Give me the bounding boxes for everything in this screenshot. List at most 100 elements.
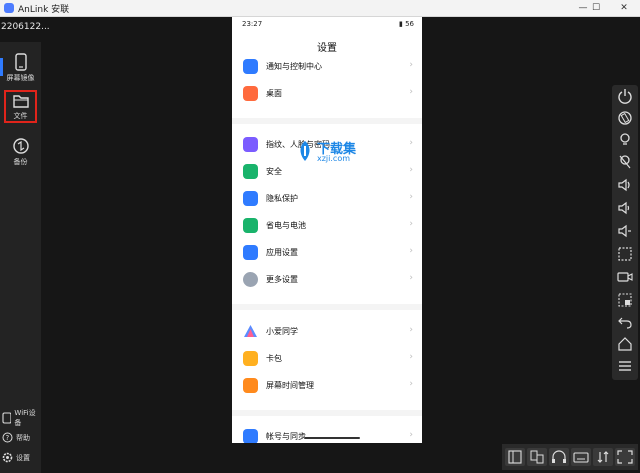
chevron-right-icon: ›	[409, 60, 413, 70]
sidebar-item-label: 备份	[13, 158, 28, 166]
sidebar-bottom-label: 设置	[16, 453, 30, 462]
fingerprint-icon	[243, 137, 258, 152]
chevron-right-icon: ›	[409, 87, 413, 97]
chevron-right-icon: ›	[409, 165, 413, 175]
sidebar-bottom-wifi-device[interactable]: WiFi设备	[2, 408, 41, 428]
app-window: AnLink 安联 — ☐ ✕ 2206122... 屏幕镜像 文件 备份 Wi…	[0, 0, 640, 473]
settings-row-label: 通知与控制中心	[266, 62, 322, 71]
settings-row-label: 卡包	[266, 354, 282, 363]
settings-row-label: 省电与电池	[266, 221, 306, 230]
chevron-right-icon: ›	[409, 352, 413, 362]
chevron-right-icon: ›	[409, 192, 413, 202]
settings-row-notifications[interactable]: 通知与控制中心 ›	[243, 57, 413, 77]
bottom-toolbar	[502, 444, 638, 470]
group-divider	[232, 304, 422, 310]
site-watermark: 下载集 xzji.com	[295, 138, 385, 166]
settings-row-privacy[interactable]: 隐私保护 ›	[243, 189, 413, 209]
fullscreen-icon[interactable]	[615, 448, 635, 466]
home-icon[interactable]	[617, 336, 633, 352]
window-title: AnLink 安联	[18, 5, 70, 15]
close-button[interactable]: ✕	[611, 0, 637, 17]
settings-row-label: 安全	[266, 167, 282, 176]
chevron-right-icon: ›	[409, 430, 413, 440]
watermark-url: xzji.com	[317, 154, 351, 163]
more-icon	[243, 272, 258, 287]
settings-row-label: 隐私保护	[266, 194, 298, 203]
group-divider	[232, 410, 422, 416]
chevron-right-icon: ›	[409, 246, 413, 256]
anlink-logo-icon	[4, 3, 14, 13]
xiaoai-icon	[244, 325, 257, 337]
phone-status-bar: 23:27 ▮ 56	[232, 17, 422, 33]
settings-row-apps[interactable]: 应用设置 ›	[243, 243, 413, 263]
transfer-icon[interactable]	[527, 448, 547, 466]
chevron-right-icon: ›	[409, 219, 413, 229]
settings-row-desktop[interactable]: 桌面 ›	[243, 84, 413, 104]
bulb-off-icon[interactable]	[617, 154, 633, 170]
files-highlight-box	[4, 90, 37, 123]
shield-icon	[243, 164, 258, 179]
sidebar-bottom-label: 帮助	[16, 433, 30, 442]
sync-icon	[12, 138, 29, 154]
settings-row-more[interactable]: 更多设置 ›	[243, 270, 413, 290]
hourglass-icon	[243, 378, 258, 393]
device-name: 2206122...	[1, 22, 50, 32]
volume-down-icon[interactable]	[617, 200, 633, 216]
volume-up-icon[interactable]	[617, 177, 633, 193]
record-icon[interactable]	[617, 269, 633, 285]
help-icon: ?	[2, 432, 13, 443]
group-divider	[232, 118, 422, 124]
app-settings-icon	[243, 245, 258, 260]
settings-row-xiaoai[interactable]: 小爱同学 ›	[243, 322, 413, 342]
bulb-icon[interactable]	[617, 132, 633, 148]
sidebar-bottom-settings[interactable]: 设置	[2, 452, 30, 463]
settings-row-label: 更多设置	[266, 275, 298, 284]
settings-row-label: 屏幕时间管理	[266, 381, 314, 390]
phone-screen-mirror[interactable]: 23:27 ▮ 56 设置 通知与控制中心 › 桌面 › 指纹、人脸与密码 › …	[232, 17, 422, 443]
keyboard-icon[interactable]	[571, 448, 591, 466]
notification-icon	[243, 59, 258, 74]
watermark-logo-icon	[300, 141, 310, 161]
settings-row-screen-time[interactable]: 屏幕时间管理 ›	[243, 376, 413, 396]
swap-icon[interactable]	[593, 448, 613, 466]
settings-row-label: 桌面	[266, 89, 282, 98]
privacy-icon	[243, 191, 258, 206]
screenshot-icon[interactable]	[617, 246, 633, 262]
settings-row-label: 帐号与同步	[266, 432, 306, 441]
device-control-bar	[612, 85, 638, 380]
maximize-button[interactable]: ☐	[583, 0, 609, 17]
gesture-bar	[304, 437, 360, 439]
sidebar-item-label: 屏幕镜像	[6, 74, 35, 82]
settings-row-wallet[interactable]: 卡包 ›	[243, 349, 413, 369]
status-right: ▮ 56	[399, 20, 414, 28]
svg-text:?: ?	[6, 434, 10, 442]
rotate-icon[interactable]	[617, 110, 633, 126]
sidebar-bottom-label: WiFi设备	[14, 409, 36, 427]
title-bar: AnLink 安联 — ☐ ✕	[0, 0, 640, 17]
page-title: 设置	[317, 43, 337, 54]
wallet-icon	[243, 351, 258, 366]
home-screen-icon	[243, 86, 258, 101]
mute-icon[interactable]	[617, 223, 633, 239]
headset-icon[interactable]	[549, 448, 569, 466]
crop-icon[interactable]	[617, 292, 633, 308]
phone-icon	[14, 53, 27, 71]
power-icon[interactable]	[617, 88, 633, 104]
settings-row-account-sync[interactable]: 帐号与同步 ›	[243, 427, 413, 443]
sidebar-item-screen-mirror[interactable]: 屏幕镜像	[0, 50, 41, 88]
sidebar-item-backup[interactable]: 备份	[0, 134, 41, 172]
settings-row-battery[interactable]: 省电与电池 ›	[243, 216, 413, 236]
settings-row-label: 小爱同学	[266, 327, 298, 336]
chevron-right-icon: ›	[409, 273, 413, 283]
status-time: 23:27	[242, 20, 263, 28]
menu-icon[interactable]	[617, 358, 633, 374]
settings-row-label: 应用设置	[266, 248, 298, 257]
sidebar-bottom-help[interactable]: ? 帮助	[2, 432, 30, 443]
chevron-right-icon: ›	[409, 379, 413, 389]
battery-icon	[243, 218, 258, 233]
back-icon[interactable]	[617, 314, 633, 330]
gear-icon	[2, 452, 13, 463]
wifi-device-icon	[2, 412, 12, 424]
chevron-right-icon: ›	[409, 325, 413, 335]
window-icon[interactable]	[505, 448, 525, 466]
